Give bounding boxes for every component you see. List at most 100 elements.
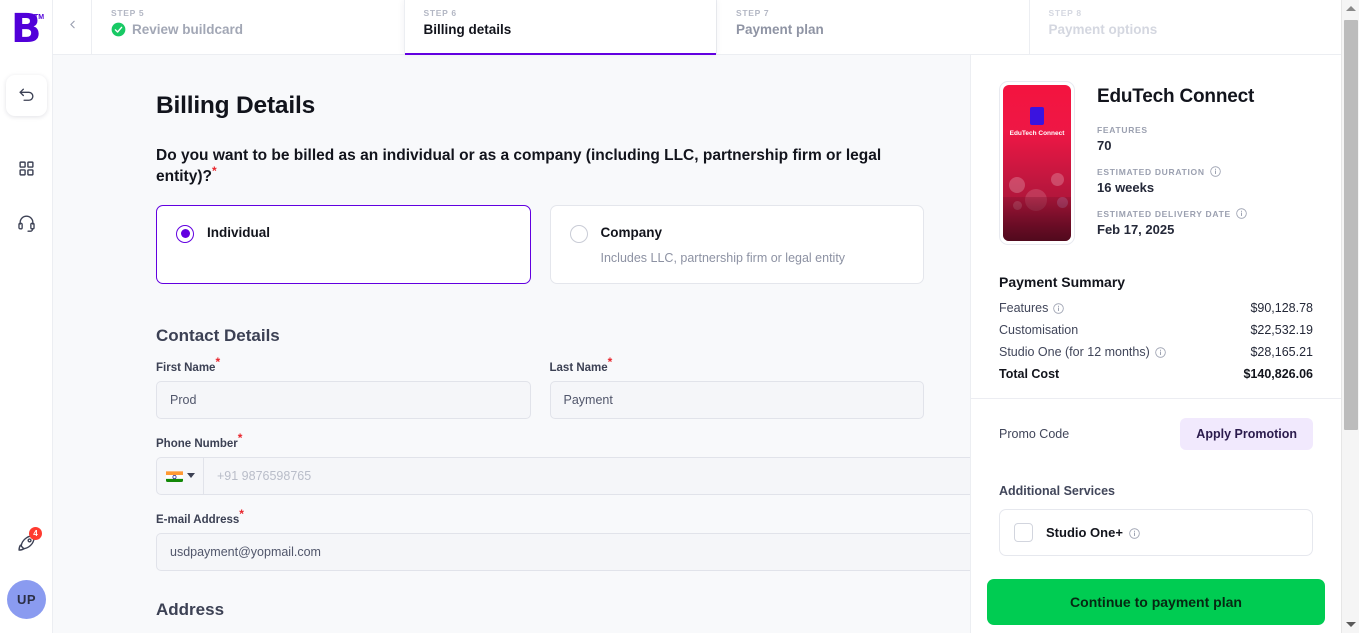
summary-row-features: Features $90,128.78 (999, 301, 1313, 315)
apply-promotion-button[interactable]: Apply Promotion (1180, 418, 1313, 450)
billing-form-pane: Billing Details Do you want to be billed… (53, 55, 970, 633)
india-flag-icon (165, 470, 183, 482)
brand-logo[interactable]: B TM (11, 9, 45, 49)
step-label: Review buildcard (132, 22, 244, 37)
studio-one-plus-checkbox[interactable] (1014, 523, 1033, 542)
step-billing-details[interactable]: STEP 6 Billing details (403, 0, 716, 55)
summary-pane: EduTech Connect EduTech Connect FEATURES… (970, 55, 1341, 633)
undo-button[interactable] (6, 75, 47, 116)
promo-code-row: Promo Code Apply Promotion (999, 418, 1313, 450)
row-label: Features (999, 301, 1049, 315)
required-asterisk: * (239, 507, 244, 522)
summary-row-studio-one: Studio One (for 12 months) $28,165.21 (999, 345, 1313, 359)
step-label: Payment plan (736, 22, 824, 37)
option-label: Company (600, 224, 663, 240)
step-label: Payment options (1048, 22, 1158, 37)
email-input[interactable] (156, 532, 970, 571)
left-rail: B TM 4 UP (0, 0, 53, 633)
country-code-select[interactable] (157, 457, 204, 494)
bokeh-decoration (1009, 177, 1025, 193)
step-payment-options[interactable]: STEP 8 Payment options (1028, 0, 1341, 54)
row-label: Studio One (for 12 months) (999, 345, 1150, 359)
required-asterisk: * (237, 431, 243, 446)
info-icon[interactable] (1053, 302, 1065, 314)
phone-number-field: Phone Number* (156, 432, 970, 495)
scroll-up-button[interactable] (1342, 0, 1359, 17)
total-label: Total Cost (999, 367, 1060, 381)
step-payment-plan[interactable]: STEP 7 Payment plan (716, 0, 1029, 54)
scroll-down-button[interactable] (1342, 616, 1359, 633)
billing-type-question: Do you want to be billed as an individua… (156, 146, 924, 188)
first-name-input[interactable] (156, 380, 531, 419)
additional-services-title: Additional Services (999, 484, 1116, 498)
billing-type-options: Individual Company Includes LLC, partner… (156, 204, 924, 284)
email-label: E-mail Address (156, 513, 240, 526)
row-value: $28,165.21 (1250, 345, 1313, 359)
info-icon[interactable] (1155, 346, 1166, 358)
additional-service-studio-one-plus[interactable]: Studio One+ (999, 509, 1313, 556)
radio-company[interactable] (569, 224, 588, 243)
option-sublabel: Includes LLC, partnership firm or legal … (600, 250, 846, 265)
avatar[interactable]: UP (7, 580, 46, 619)
thumbnail-footer-shade (1003, 197, 1071, 241)
body: Billing Details Do you want to be billed… (53, 55, 1341, 633)
radio-individual[interactable] (176, 224, 194, 243)
dashboard-icon (18, 160, 35, 177)
sidebar-item-support[interactable] (6, 202, 47, 243)
product-header: EduTech Connect EduTech Connect FEATURES… (999, 81, 1313, 250)
summary-row-total: Total Cost $140,826.06 (999, 367, 1313, 381)
sidebar-item-dashboard[interactable] (6, 148, 47, 189)
undo-icon (17, 86, 36, 105)
features-key: FEATURES (1097, 125, 1148, 135)
avatar-initials: UP (16, 592, 37, 607)
option-label: Individual (207, 224, 271, 240)
address-heading: Address (156, 599, 225, 619)
step-number: STEP 5 (111, 8, 145, 18)
service-label: Studio One+ (1046, 525, 1123, 540)
back-button[interactable] (53, 0, 91, 54)
scrollbar-thumb[interactable] (1344, 20, 1358, 430)
features-value: 70 (1097, 138, 1112, 153)
row-label: Customisation (999, 323, 1079, 337)
step-label: Billing details (423, 22, 512, 37)
chevron-left-icon (66, 18, 79, 36)
contact-details-heading: Contact Details (156, 325, 280, 345)
window-scrollbar[interactable] (1341, 0, 1359, 633)
duration-key: ESTIMATED DURATION (1097, 166, 1205, 177)
step-review-buildcard[interactable]: STEP 5 Review buildcard (91, 0, 404, 54)
info-icon[interactable] (1209, 166, 1221, 177)
brand-logo-tm: TM (34, 14, 45, 21)
launch-badge: 4 (29, 527, 42, 540)
last-name-input[interactable] (549, 380, 924, 419)
required-asterisk: * (607, 355, 613, 370)
total-value: $140,826.06 (1243, 367, 1313, 381)
billing-type-question-text: Do you want to be billed as an individua… (156, 147, 882, 185)
last-name-field: Last Name* (549, 356, 924, 419)
delivery-value: Feb 17, 2025 (1097, 222, 1175, 237)
step-number: STEP 8 (1048, 8, 1082, 18)
continue-to-payment-plan-button[interactable]: Continue to payment plan (987, 579, 1325, 625)
step-list: STEP 5 Review buildcard STEP 6 Billing d… (91, 0, 1341, 55)
duration-value: 16 weeks (1097, 180, 1155, 195)
delivery-key: ESTIMATED DELIVERY DATE (1097, 208, 1231, 219)
name-row: First Name* Last Name* (156, 356, 924, 438)
billing-type-company[interactable]: Company Includes LLC, partnership firm o… (549, 204, 924, 284)
info-icon[interactable] (1236, 208, 1247, 219)
required-asterisk: * (215, 355, 221, 370)
phone-input-group (156, 456, 970, 495)
payment-summary-title: Payment Summary (999, 274, 1126, 290)
first-name-label: First Name (156, 361, 216, 374)
chevron-down-icon (186, 473, 195, 479)
product-title: EduTech Connect (1097, 86, 1255, 107)
thumbnail-logo-icon (1030, 107, 1044, 125)
phone-number-input[interactable] (204, 457, 970, 494)
billing-type-individual[interactable]: Individual (156, 204, 531, 284)
triangle-down-icon (1345, 622, 1356, 627)
rocket-icon: 4 (16, 527, 42, 554)
launch-button[interactable]: 4 (6, 523, 47, 564)
info-icon[interactable] (1129, 527, 1140, 539)
summary-scroll-area: EduTech Connect EduTech Connect FEATURES… (971, 55, 1341, 556)
promo-code-label: Promo Code (999, 427, 1070, 441)
required-asterisk: * (211, 163, 217, 178)
triangle-up-icon (1345, 6, 1356, 11)
